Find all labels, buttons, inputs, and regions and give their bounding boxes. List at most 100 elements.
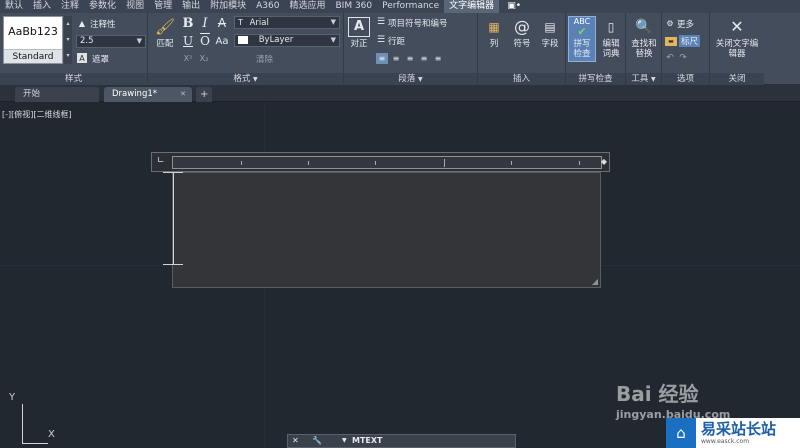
new-tab-button[interactable]: + [196,87,212,102]
ruler-tick [579,161,580,165]
style-name: Standard [4,49,62,63]
symbol-label: 符号 [513,39,531,49]
distribute-icon[interactable]: ≡ [432,53,444,64]
columns-label: 列 [489,39,499,49]
text-ruler[interactable]: ∟ ◆ [151,152,610,172]
overline-button[interactable]: O [198,34,212,48]
at-symbol-icon: @ [514,17,530,36]
ucs-x-label: X [48,429,55,440]
color-swatch [238,35,248,44]
tab-stop-icon[interactable]: ∟ [157,156,165,166]
tab-view[interactable]: 视图 [121,0,149,13]
more-icon: ⚙ [666,18,674,28]
color-select[interactable]: ByLayer ▼ [234,34,340,47]
ruler-track [172,156,602,169]
change-case-button[interactable]: Aa [214,34,230,48]
tab-insert[interactable]: 插入 [28,0,56,13]
command-text: MTEXT [352,436,383,445]
style-preview[interactable]: AaBb123 Standard [3,16,63,64]
bullets-button[interactable]: 项目符号和编号 [388,17,448,29]
tab-a360[interactable]: A360 [251,0,284,13]
field-label: 字段 [541,39,559,49]
italic-button[interactable]: I [198,16,212,31]
font-value: Arial [249,18,269,28]
find-replace-button[interactable]: 🔍 查找和替换 [628,17,660,59]
tab-manage[interactable]: 管理 [149,0,177,13]
ruler-button[interactable]: 标尺 [679,35,701,47]
style-scroll[interactable]: ▴ ▾ ▾ [64,16,72,64]
options-panel-title: 选项 [662,73,709,85]
redo-icon[interactable]: ↷ [678,53,688,63]
mtext-edit-box[interactable]: ◢ [172,172,601,288]
tab-text-editor[interactable]: 文字编辑器 [444,0,500,13]
tab-annotate[interactable]: 注释 [56,0,84,13]
command-close-icon[interactable]: ✕ [292,435,299,447]
strikethrough-button[interactable]: A [215,16,229,30]
tab-addins[interactable]: 附加模块 [205,0,251,13]
style-preview-text: AaBb123 [8,25,58,38]
ruler-tick [444,159,445,167]
superscript-button[interactable]: X² [180,52,196,64]
command-history-icon[interactable]: ▼ [342,435,347,447]
justify-button[interactable]: A 对正 [347,17,371,49]
line-spacing-button[interactable]: 行距 [388,35,405,47]
paragraph-title: 段落 [398,74,416,84]
mask-button[interactable]: 遮罩 [92,53,109,65]
more-button[interactable]: 更多 [677,18,694,30]
columns-icon: ▦ [488,20,500,34]
viewport-controls[interactable]: [-][俯视][二维线框] [2,109,72,120]
close-panel-title: 关闭 [710,73,764,85]
paragraph-panel-title[interactable]: 段落 ▼ [344,73,477,85]
tab-default[interactable]: 默认 [0,0,28,13]
format-title: 格式 [233,74,251,84]
subscript-button[interactable]: X₂ [196,52,212,64]
format-panel-title[interactable]: 格式 ▼ [148,73,343,85]
tools-panel: 🔍 查找和替换 工具 ▼ [626,13,662,85]
chevron-down-icon: ▼ [136,37,142,45]
annotative-button[interactable]: 注释性 [90,18,116,30]
close-text-editor-button[interactable]: ✕ 关闭文字编辑器 [712,17,762,60]
command-line[interactable]: ✕ 🔧 ▼ MTEXT [287,434,516,448]
close-icon[interactable]: ✕ [180,87,186,102]
file-tab-drawing1-label: Drawing1* [112,89,158,99]
match-properties-button[interactable]: 🖌 匹配 [151,17,179,50]
tab-featured-apps[interactable]: 精选应用 [284,0,330,13]
field-button[interactable]: ▤ 字段 [538,17,562,49]
text-height-select[interactable]: 2.5 ▼ [76,35,146,48]
bold-button[interactable]: B [181,16,195,31]
match-label: 匹配 [156,39,174,49]
columns-button[interactable]: ▦ 列 [482,17,506,49]
tab-parametric[interactable]: 参数化 [84,0,121,13]
undo-icon[interactable]: ↶ [665,53,675,63]
file-tab-start-label: 开始 [23,89,41,99]
text-cursor-base [163,264,183,265]
file-tab-start[interactable]: 开始 [15,87,99,102]
tab-bim360[interactable]: BIM 360 [330,0,377,13]
watermark-badge-sub: www.easck.com [701,437,750,445]
symbol-button[interactable]: @ 符号 [510,17,534,50]
tab-overflow-button[interactable]: ▣• [499,0,529,13]
align-center-icon[interactable]: ≡ [390,53,402,64]
spell-check-button[interactable]: ABC ✔ 拼写检查 [568,16,596,62]
justify-text-icon[interactable]: ≡ [418,53,430,64]
ruler-resize-icon[interactable]: ◆ [601,157,607,166]
wrench-icon[interactable]: 🔧 [312,435,322,447]
underline-button[interactable]: U [181,34,195,48]
edit-dictionary-button[interactable]: ▯ 编辑词典 [597,17,625,59]
file-tab-drawing1[interactable]: Drawing1* ✕ [104,87,192,102]
font-select[interactable]: T Arial ▼ [234,16,340,29]
format-panel: 🖌 匹配 B I A U O Aa X² X₂ 清除 T Arial ▼ ByL… [148,13,344,85]
annotative-icon: ▲ [78,18,86,28]
align-right-icon[interactable]: ≡ [404,53,416,64]
ruler-icon: ▬ [665,37,677,46]
align-left-icon[interactable]: ≡ [376,53,388,64]
edit-dictionary-label: 编辑词典 [602,39,620,59]
ribbon: AaBb123 Standard ▴ ▾ ▾ ▲ 注释性 2.5 ▼ A 遮罩 样式… [0,13,800,85]
tab-output[interactable]: 输出 [177,0,205,13]
expand-icon: ▼ [418,76,423,83]
resize-grip-icon[interactable]: ◢ [592,277,598,286]
tab-performance[interactable]: Performance [377,0,444,13]
clear-formatting-button[interactable]: 清除 [256,53,273,65]
tools-title: 工具 [631,74,649,84]
tools-panel-title[interactable]: 工具 ▼ [626,73,661,85]
